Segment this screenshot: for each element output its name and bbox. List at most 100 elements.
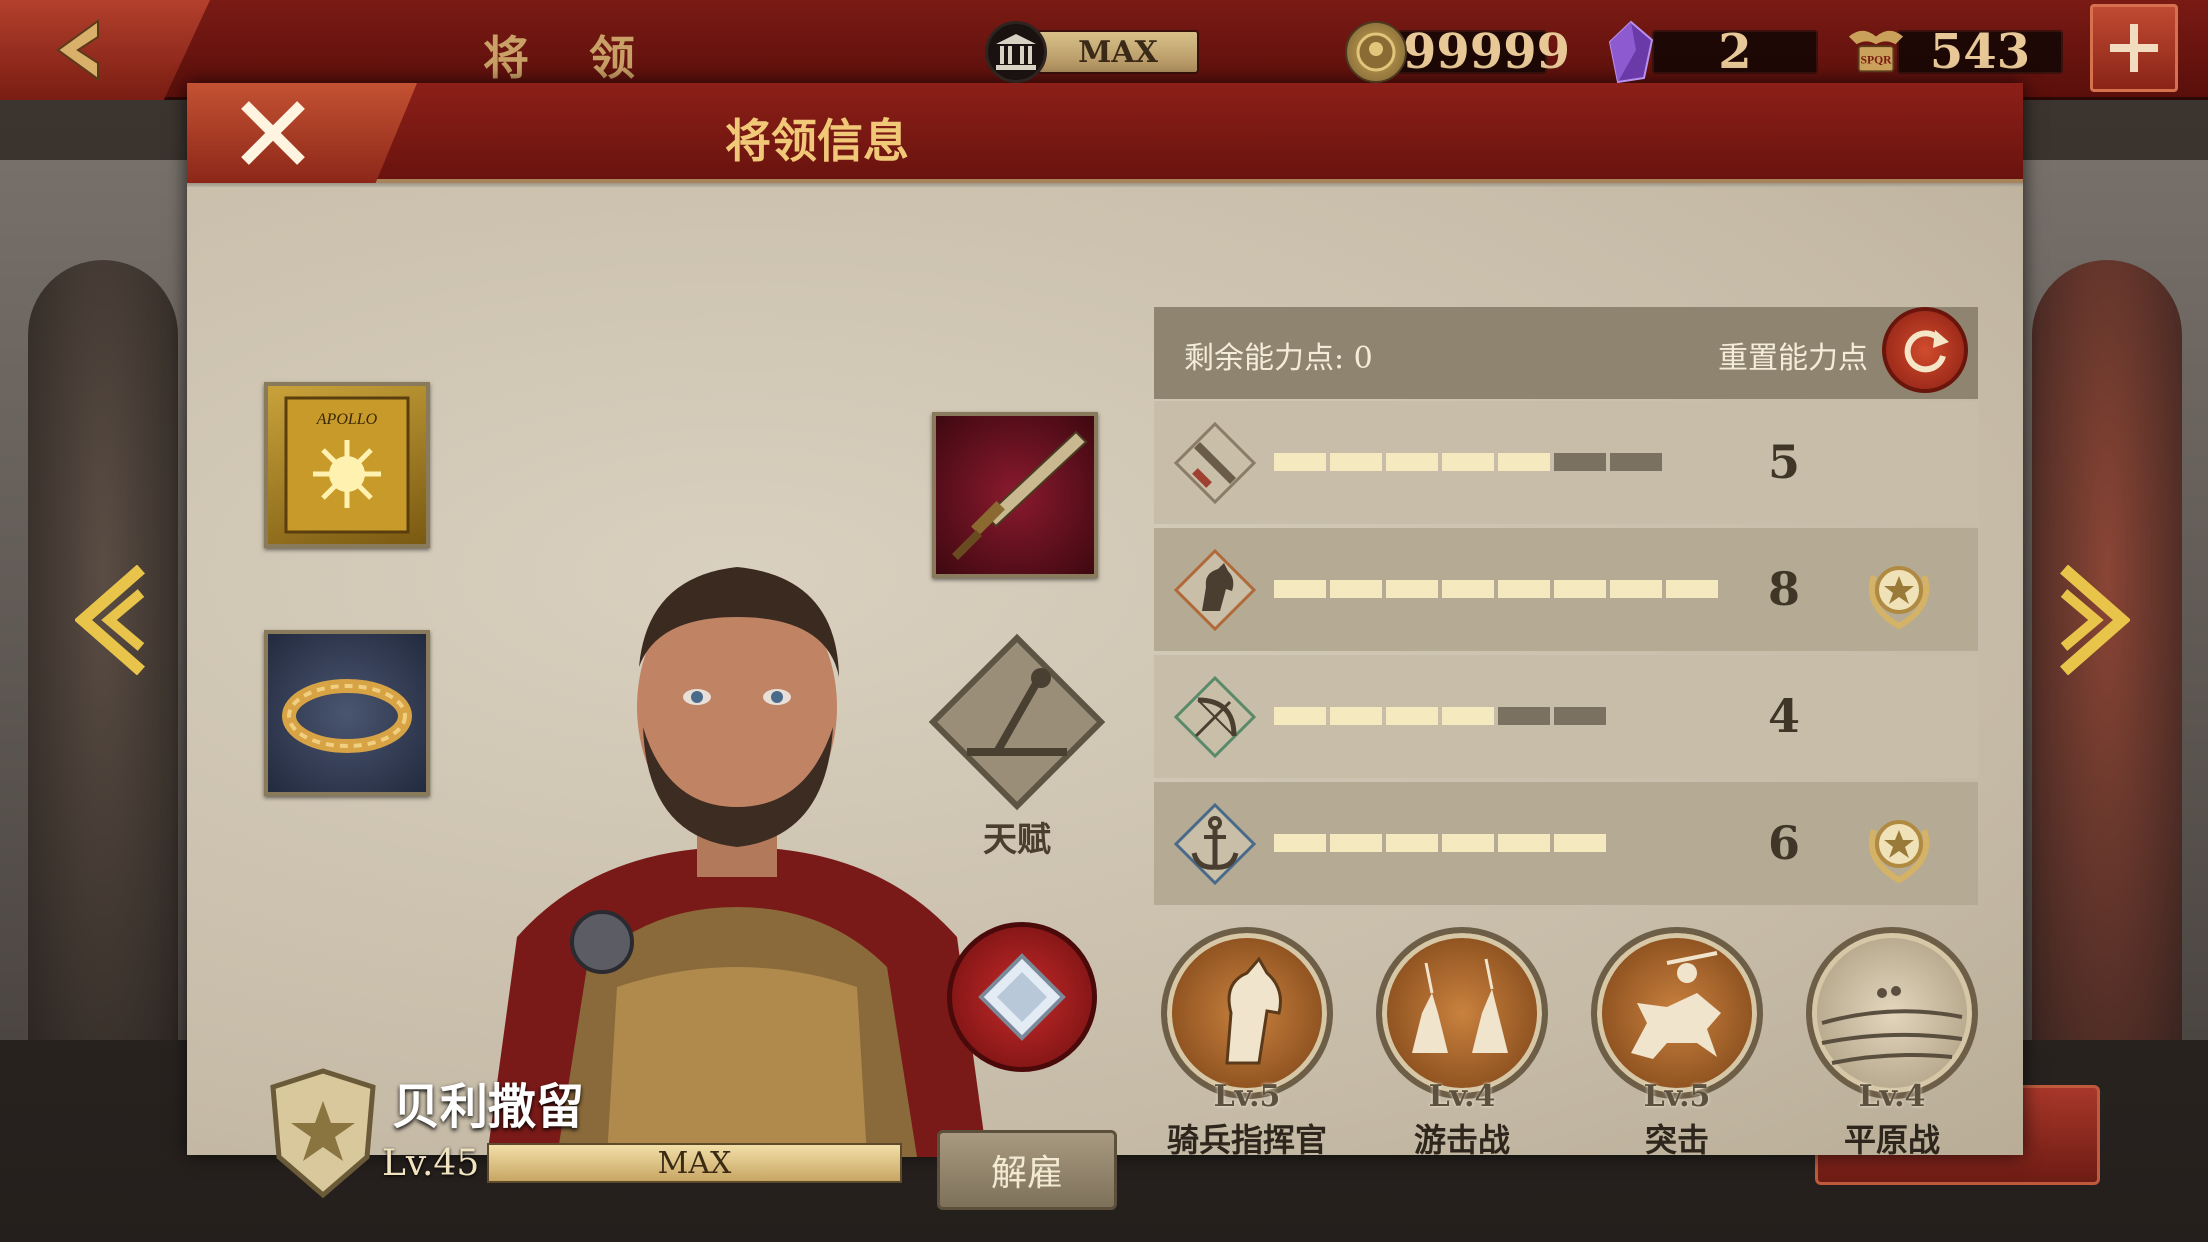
plus-icon xyxy=(2110,24,2158,72)
equipment-slot-banner[interactable]: APOLLO xyxy=(264,382,430,548)
stat-row-infantry: 5 xyxy=(1154,401,1978,524)
catapult-icon xyxy=(928,633,1106,811)
stat-segment xyxy=(1442,834,1494,852)
apollo-banner-icon: APOLLO xyxy=(284,396,410,534)
reset-points-label: 重置能力点 xyxy=(1718,341,1868,376)
skill-plains-warfare[interactable]: Lv.4 平原战 xyxy=(1802,927,1982,1167)
stat-segment xyxy=(1386,707,1438,725)
gem-slot-button[interactable] xyxy=(947,922,1097,1072)
stat-segment xyxy=(1442,580,1494,598)
stat-segment xyxy=(1330,707,1382,725)
close-button[interactable] xyxy=(187,83,417,183)
stat-segment xyxy=(1610,453,1662,471)
ability-points-header: 剩余能力点: 0 重置能力点 xyxy=(1154,307,1978,399)
general-level: Lv.45 xyxy=(382,1143,480,1184)
reset-points-button[interactable] xyxy=(1882,307,1968,393)
stat-bar-infantry xyxy=(1274,453,1662,471)
general-name: 贝利撒留 xyxy=(392,1079,585,1135)
stat-segment xyxy=(1274,580,1326,598)
equipment-slot-wreath[interactable] xyxy=(264,630,430,796)
stat-segment xyxy=(1498,707,1550,725)
coin-value: 99999 xyxy=(1397,24,1570,80)
previous-general-button[interactable] xyxy=(73,564,145,676)
coin-icon xyxy=(1345,21,1407,83)
add-resource-button[interactable] xyxy=(2090,4,2178,92)
talent-label: 天赋 xyxy=(983,820,1051,860)
general-info-panel: 将领信息 APOLLO 天赋 贝利撒留 Lv.45 MAX 解雇 剩余能力点: … xyxy=(187,83,2023,1210)
horse-head-icon xyxy=(1161,927,1333,1099)
skill-level: Lv.4 xyxy=(1428,1079,1496,1114)
stat-segment xyxy=(1442,453,1494,471)
skill-assault[interactable]: Lv.5 突击 xyxy=(1587,927,1767,1167)
general-name-plate: 贝利撒留 Lv.45 MAX xyxy=(267,1067,902,1207)
stat-segment xyxy=(1386,453,1438,471)
horse-icon xyxy=(1174,549,1256,631)
stat-bar-archery xyxy=(1274,707,1606,725)
skill-name: 平原战 xyxy=(1843,1121,1940,1159)
gem-value: 2 xyxy=(1652,24,1818,80)
talent-button[interactable]: 天赋 xyxy=(927,632,1107,882)
stat-segment xyxy=(1330,580,1382,598)
stat-segment xyxy=(1386,834,1438,852)
anchor-icon xyxy=(1174,803,1256,885)
stat-value-cavalry: 8 xyxy=(1767,562,1800,616)
laurel-star-badge-icon xyxy=(1868,820,1930,884)
page-title: 将 领 xyxy=(482,31,657,85)
experience-text: MAX xyxy=(657,1145,732,1181)
skill-name: 突击 xyxy=(1644,1121,1709,1159)
chevron-right-icon xyxy=(2060,564,2132,676)
stat-segment xyxy=(1554,580,1606,598)
building-icon xyxy=(985,21,1047,83)
skill-guerrilla[interactable]: Lv.4 游击战 xyxy=(1372,927,1552,1167)
next-general-button[interactable] xyxy=(2060,564,2132,676)
stat-segment xyxy=(1610,580,1662,598)
coin-resource: 99999 xyxy=(1345,21,1570,83)
rank-badge xyxy=(267,1067,379,1199)
close-icon xyxy=(241,101,305,165)
stat-segment xyxy=(1386,580,1438,598)
stat-segment xyxy=(1666,580,1718,598)
skill-level: Lv.5 xyxy=(1213,1079,1281,1114)
star-shield-icon xyxy=(270,1068,376,1199)
stat-row-archery: 4 xyxy=(1154,655,1978,778)
skill-cavalry-commander[interactable]: Lv.5 骑兵指挥官 xyxy=(1157,927,1337,1167)
stat-row-navy: 6 xyxy=(1154,782,1978,905)
stat-segment xyxy=(1554,834,1606,852)
panel-title: 将领信息 xyxy=(725,114,909,168)
skill-level: Lv.4 xyxy=(1858,1079,1926,1114)
building-value: MAX xyxy=(1037,30,1199,74)
stat-segment xyxy=(1330,834,1382,852)
stat-segment xyxy=(1554,707,1606,725)
building-resource: MAX xyxy=(985,21,1199,83)
stat-segment xyxy=(1442,707,1494,725)
chevron-left-icon xyxy=(73,564,145,676)
skill-name: 骑兵指挥官 xyxy=(1166,1121,1327,1159)
stat-segment xyxy=(1330,453,1382,471)
back-button[interactable] xyxy=(0,0,210,100)
stat-value-navy: 6 xyxy=(1767,816,1800,870)
stat-segment xyxy=(1554,453,1606,471)
refresh-icon xyxy=(1904,330,1949,373)
skill-level: Lv.5 xyxy=(1643,1079,1711,1114)
sword-icon xyxy=(1174,422,1256,504)
stat-segment xyxy=(1274,707,1326,725)
dismiss-button[interactable]: 解雇 xyxy=(937,1130,1117,1210)
panel-header: 将领信息 xyxy=(187,83,2023,189)
bow-icon xyxy=(1174,676,1256,758)
stat-value-archery: 4 xyxy=(1767,689,1800,743)
diamond-icon xyxy=(978,953,1066,1041)
remaining-points: 剩余能力点: 0 xyxy=(1184,341,1373,376)
gem-icon xyxy=(1600,20,1662,84)
laurel-star-badge-icon xyxy=(1868,566,1930,630)
stat-segment xyxy=(1274,834,1326,852)
stat-bar-navy xyxy=(1274,834,1606,852)
skill-name: 游击战 xyxy=(1413,1121,1510,1159)
stat-segment xyxy=(1498,580,1550,598)
laurel-wreath-icon xyxy=(282,679,412,753)
stat-value-infantry: 5 xyxy=(1767,435,1800,489)
svg-text:APOLLO: APOLLO xyxy=(316,411,378,428)
spqr-value: 543 xyxy=(1897,24,2063,80)
stat-row-cavalry: 8 xyxy=(1154,528,1978,651)
stat-segment xyxy=(1274,453,1326,471)
gem-resource: 2 xyxy=(1600,20,1818,84)
